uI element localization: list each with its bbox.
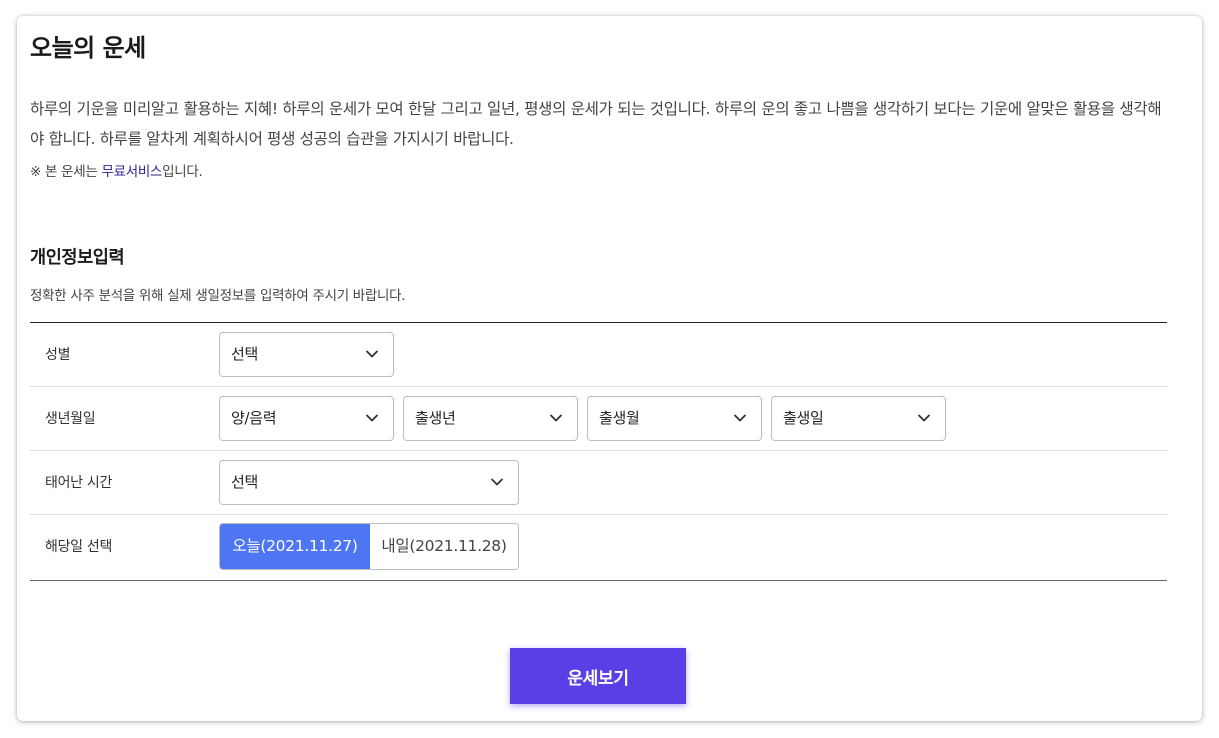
form-row-birthtime: 태어난 시간 선택 [30, 451, 1167, 515]
chevron-down-icon [918, 414, 930, 422]
personal-info-form: 성별 선택 생년월일 양/음력 출생년 출생월 출생일 태어난 시간 선택 해당… [30, 322, 1167, 581]
intro-text: 하루의 기운을 미리알고 활용하는 지혜! 하루의 운세가 모여 한달 그리고 … [30, 100, 1162, 148]
form-row-target-day: 해당일 선택 오늘(2021.11.27) 내일(2021.11.28) [30, 515, 1167, 580]
chevron-down-icon [550, 414, 562, 422]
birth-day-select[interactable]: 출생일 [771, 396, 946, 441]
page-title: 오늘의 운세 [30, 34, 146, 62]
section-description: 정확한 사주 분석을 위해 실제 생일정보를 입력하여 주시기 바랍니다. [30, 288, 406, 304]
birth-month-select[interactable]: 출생월 [587, 396, 762, 441]
calendar-type-select[interactable]: 양/음력 [219, 396, 394, 441]
notice-suffix: 입니다. [162, 164, 203, 180]
service-notice: ※ 본 운세는 무료서비스입니다. [30, 160, 203, 180]
chevron-down-icon [734, 414, 746, 422]
gender-select[interactable]: 선택 [219, 332, 394, 377]
birthtime-select[interactable]: 선택 [219, 460, 519, 505]
birth-year-select[interactable]: 출생년 [403, 396, 578, 441]
view-fortune-button[interactable]: 운세보기 [510, 648, 686, 704]
birthtime-select-value: 선택 [231, 473, 259, 491]
fortune-card: 오늘의 운세 하루의 기운을 미리알고 활용하는 지혜! 하루의 운세가 모여 … [17, 16, 1202, 721]
birthdate-label: 생년월일 [45, 411, 96, 427]
form-row-gender: 성별 선택 [30, 323, 1167, 387]
calendar-type-value: 양/음력 [231, 409, 277, 427]
chevron-down-icon [366, 414, 378, 422]
today-button[interactable]: 오늘(2021.11.27) [220, 524, 370, 569]
birthtime-label: 태어난 시간 [45, 475, 113, 491]
target-day-toggle: 오늘(2021.11.27) 내일(2021.11.28) [219, 523, 519, 570]
birth-year-value: 출생년 [415, 409, 456, 427]
section-title: 개인정보입력 [30, 248, 125, 268]
target-day-label: 해당일 선택 [45, 539, 113, 555]
tomorrow-button[interactable]: 내일(2021.11.28) [370, 524, 518, 569]
chevron-down-icon [491, 478, 503, 486]
gender-label: 성별 [45, 347, 71, 363]
birth-day-value: 출생일 [783, 409, 824, 427]
notice-prefix: ※ 본 운세는 [30, 164, 102, 180]
free-service-link[interactable]: 무료서비스 [101, 164, 162, 180]
birth-month-value: 출생월 [599, 409, 640, 427]
chevron-down-icon [366, 350, 378, 358]
gender-select-value: 선택 [231, 345, 259, 363]
form-row-birthdate: 생년월일 양/음력 출생년 출생월 출생일 [30, 387, 1167, 451]
